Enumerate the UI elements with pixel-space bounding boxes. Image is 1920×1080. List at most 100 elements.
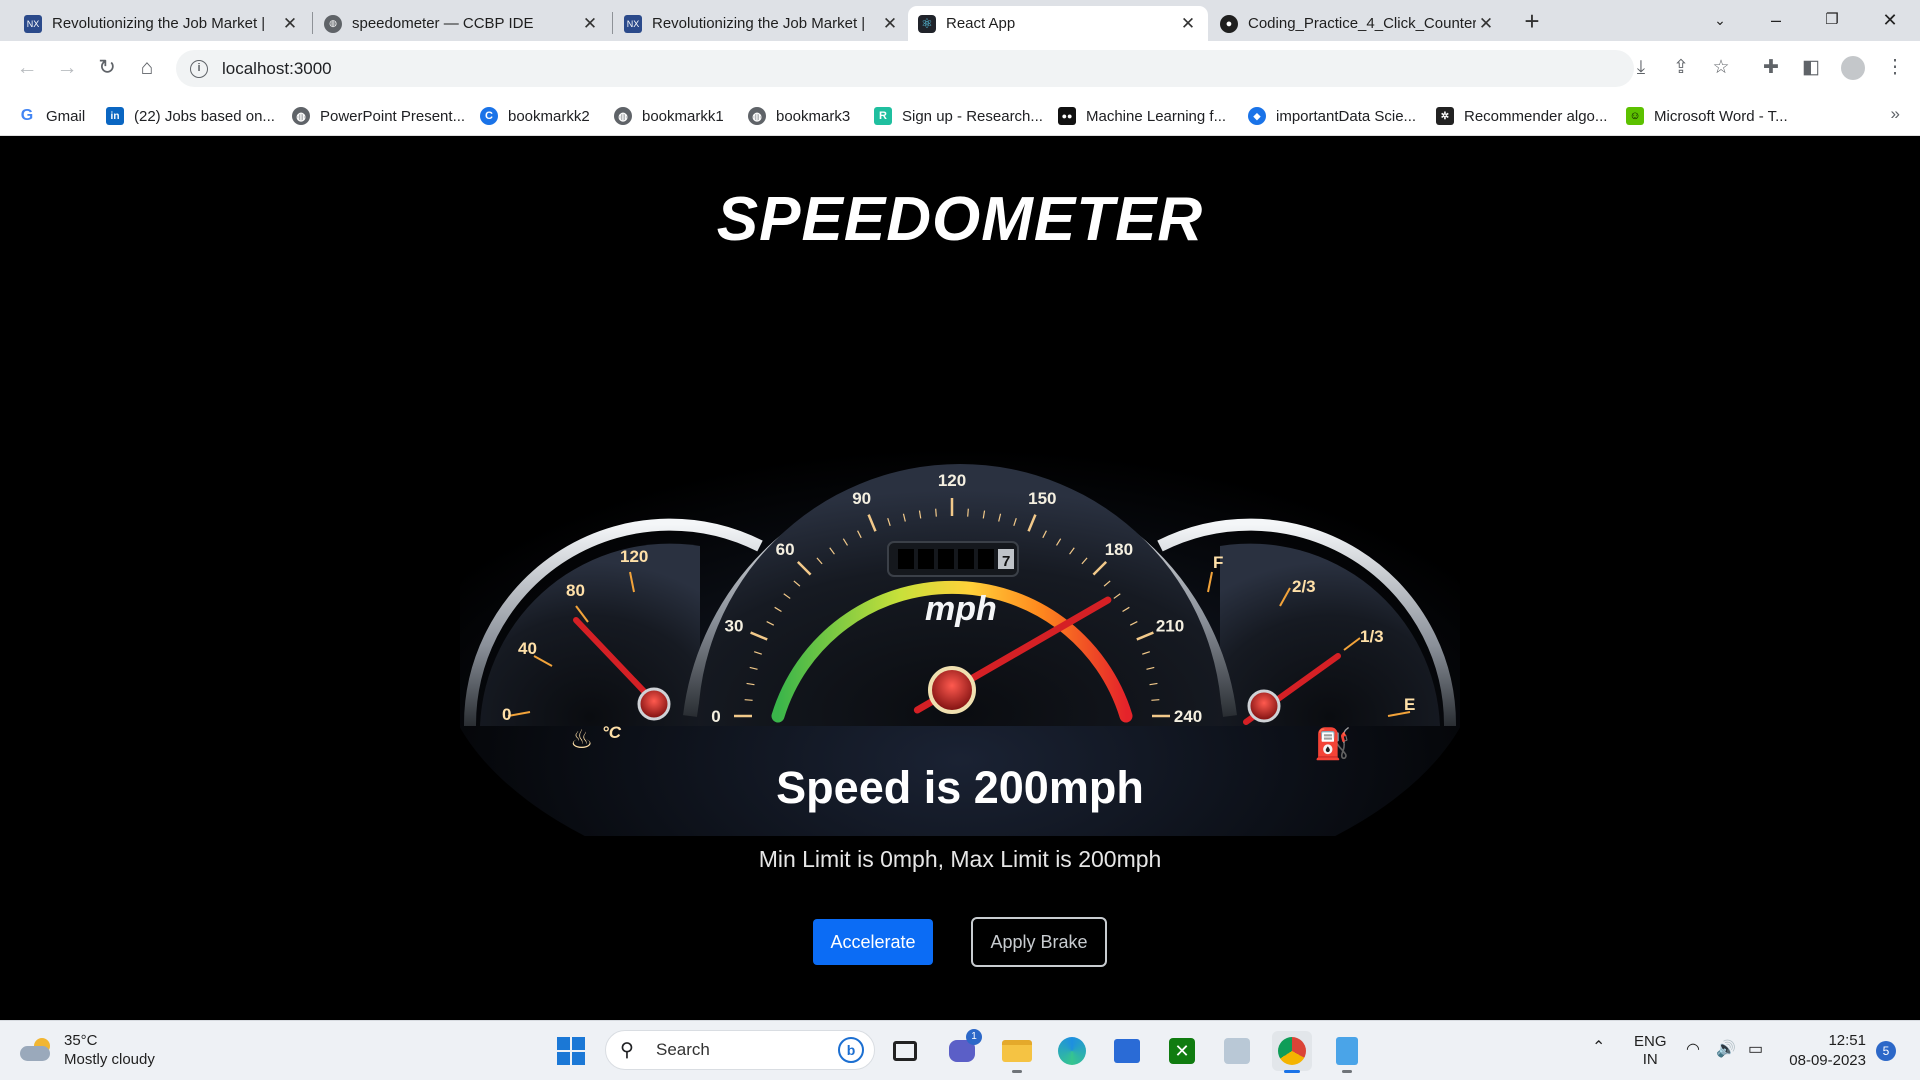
tab-job-market-2[interactable]: NX Revolutionizing the Job Market | ✕ <box>614 6 910 41</box>
new-tab-button[interactable]: + <box>1518 8 1546 36</box>
bookmark-jobs[interactable]: in (22) Jobs based on... <box>106 104 275 128</box>
close-icon[interactable]: ✕ <box>280 14 300 34</box>
globe-icon: ◍ <box>748 107 766 125</box>
bookmark-bookmark3[interactable]: ◍ bookmark3 <box>748 104 850 128</box>
start-button[interactable] <box>551 1031 591 1071</box>
home-icon[interactable]: ⌂ <box>132 53 162 83</box>
window-close-button[interactable]: ✕ <box>1870 4 1910 36</box>
github-icon: ● <box>1220 14 1238 33</box>
search-icon: ⚲ <box>620 1039 634 1061</box>
forward-arrow-icon[interactable]: → <box>52 53 82 83</box>
close-icon[interactable]: ✕ <box>580 14 600 34</box>
bookmark-data-science[interactable]: ◆ importantData Scie... <box>1248 104 1416 128</box>
speed-tick-label: 120 <box>938 471 966 490</box>
side-panel-icon[interactable]: ◧ <box>1796 53 1826 83</box>
bookmark-label: bookmark3 <box>776 107 851 125</box>
wifi-icon[interactable]: ◠ <box>1686 1041 1700 1059</box>
minimize-button[interactable]: – <box>1756 4 1796 36</box>
input-language-indicator[interactable]: ENG IN <box>1634 1033 1667 1069</box>
bookmarks-overflow-icon[interactable]: » <box>1891 104 1900 124</box>
tab-title: React App <box>946 15 1016 32</box>
apply-brake-button[interactable]: Apply Brake <box>971 917 1107 967</box>
temp-tick-label: 120 <box>620 547 648 566</box>
bookmark-gmail[interactable]: G Gmail <box>18 104 85 128</box>
temp-tick-label: 40 <box>518 639 537 658</box>
linkedin-icon: in <box>106 107 124 125</box>
bookmark-bookmarkk2[interactable]: C bookmarkk2 <box>480 104 590 128</box>
speed-tick-label: 150 <box>1028 489 1056 508</box>
edge-button[interactable] <box>1052 1031 1092 1071</box>
weather-temperature: 35°C <box>64 1032 98 1049</box>
bookmark-label: PowerPoint Present... <box>320 107 466 125</box>
bookmark-bookmarkk1[interactable]: ◍ bookmarkk1 <box>614 104 724 128</box>
menu-kebab-icon[interactable]: ⋮ <box>1880 53 1910 83</box>
taskbar-search-box[interactable]: ⚲ Search b <box>605 1030 875 1070</box>
bookmark-research-signup[interactable]: R Sign up - Research... <box>874 104 1043 128</box>
accelerate-button[interactable]: Accelerate <box>813 919 933 965</box>
search-placeholder: Search <box>656 1040 710 1059</box>
react-app-page: SPEEDOMETER 0 40 80 120 ♨ °C F 2/3 1/3 E… <box>0 136 1920 1020</box>
bookmark-powerpoint[interactable]: ◍ PowerPoint Present... <box>292 104 465 128</box>
react-icon: ⚛ <box>918 14 936 33</box>
cloudy-weather-icon <box>20 1038 54 1062</box>
bookmark-label: importantData Scie... <box>1276 107 1417 125</box>
reload-icon[interactable]: ↻ <box>92 53 122 83</box>
tab-title: Coding_Practice_4_Click_Counter <box>1248 15 1476 32</box>
bookmark-label: (22) Jobs based on... <box>134 107 275 125</box>
bookmark-label: Machine Learning f... <box>1086 107 1227 125</box>
tab-react-app[interactable]: ⚛ React App ✕ <box>908 6 1208 41</box>
restore-button[interactable]: ❐ <box>1812 4 1852 36</box>
install-app-icon[interactable]: ⤓ <box>1626 53 1656 83</box>
task-view-icon <box>893 1041 917 1061</box>
coolant-icon: ♨ <box>570 725 593 755</box>
speed-tick-label: 60 <box>776 540 795 559</box>
show-hidden-icons-chevron-icon[interactable]: ⌃ <box>1592 1039 1605 1057</box>
tab-github-click-counter[interactable]: ● Coding_Practice_4_Click_Counter ✕ <box>1210 6 1506 41</box>
file-explorer-button[interactable] <box>997 1031 1037 1073</box>
fuel-needle-cap <box>1247 689 1281 723</box>
fuel-tick-label: 1/3 <box>1360 627 1384 646</box>
back-arrow-icon[interactable]: ← <box>12 53 42 83</box>
notepad-button[interactable] <box>1327 1031 1367 1073</box>
teams-chat-button[interactable]: 1 <box>942 1029 982 1071</box>
speed-tick-label: 240 <box>1174 707 1202 726</box>
close-icon[interactable]: ✕ <box>1178 14 1198 34</box>
bookmark-recommender[interactable]: ✲ Recommender algo... <box>1436 104 1607 128</box>
bookmark-machine-learning[interactable]: ●● Machine Learning f... <box>1058 104 1226 128</box>
site-info-icon[interactable]: i <box>190 59 208 78</box>
tab-job-market-1[interactable]: NX Revolutionizing the Job Market | ✕ <box>14 6 310 41</box>
close-icon[interactable]: ✕ <box>880 14 900 34</box>
weather-description: Mostly cloudy <box>64 1051 155 1068</box>
tab-divider <box>312 12 313 34</box>
fuel-tick-label: F <box>1213 553 1223 572</box>
photos-button[interactable] <box>1217 1031 1257 1071</box>
bing-icon[interactable]: b <box>838 1037 864 1063</box>
extensions-icon[interactable]: ✚ <box>1756 53 1786 83</box>
notification-badge[interactable]: 5 <box>1876 1041 1896 1061</box>
tab-search-chevron-icon[interactable]: ⌄ <box>1700 4 1740 36</box>
fuel-tick-label: 2/3 <box>1292 577 1316 596</box>
clock-date: 08-09-2023 <box>1789 1052 1866 1069</box>
task-view-button[interactable] <box>885 1031 925 1071</box>
battery-icon[interactable]: ▭ <box>1748 1041 1763 1059</box>
bookmark-word[interactable]: ☺ Microsoft Word - T... <box>1626 104 1788 128</box>
bookmark-label: bookmarkk1 <box>642 107 724 125</box>
fuel-pump-icon: ⛽ <box>1314 726 1351 762</box>
temperature-needle-cap <box>637 687 671 721</box>
profile-avatar-icon[interactable] <box>1838 53 1868 83</box>
tab-divider <box>612 12 613 34</box>
store-button[interactable] <box>1107 1031 1147 1071</box>
system-clock[interactable]: 12:51 08-09-2023 <box>1789 1031 1866 1071</box>
chrome-button[interactable] <box>1272 1031 1312 1073</box>
bookmark-star-icon[interactable]: ☆ <box>1706 53 1736 83</box>
tab-speedometer-ide[interactable]: ◍ speedometer — CCBP IDE ✕ <box>314 6 610 41</box>
weather-widget[interactable]: 35°C Mostly cloudy <box>20 1031 155 1069</box>
xbox-button[interactable]: ✕ <box>1162 1031 1202 1071</box>
c-icon: C <box>480 107 498 125</box>
volume-icon[interactable]: 🔊 <box>1716 1041 1736 1059</box>
notepad-icon <box>1336 1037 1358 1065</box>
address-bar[interactable]: i localhost:3000 <box>176 50 1634 87</box>
share-icon[interactable]: ⇪ <box>1666 53 1696 83</box>
speed-needle-cap <box>928 666 976 714</box>
close-icon[interactable]: ✕ <box>1476 14 1496 34</box>
